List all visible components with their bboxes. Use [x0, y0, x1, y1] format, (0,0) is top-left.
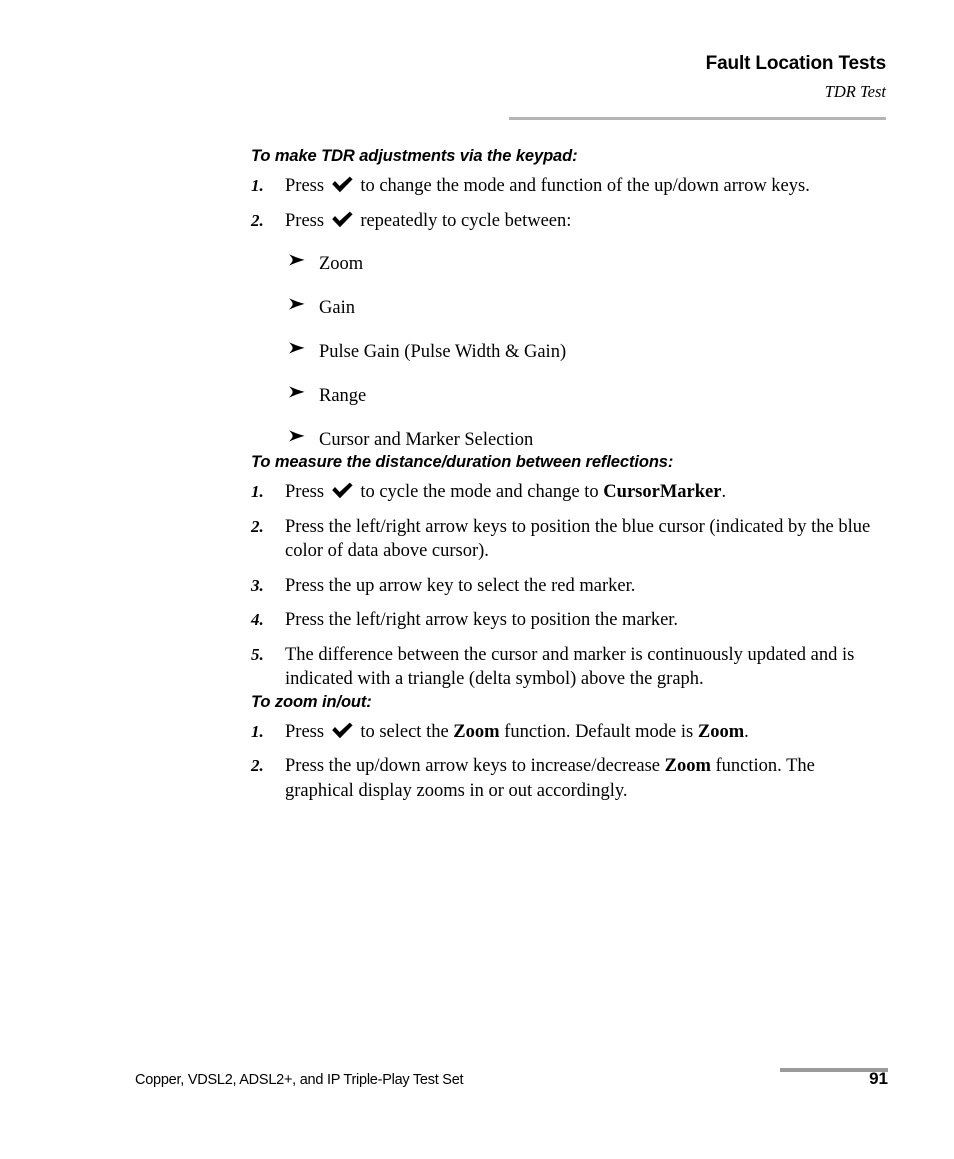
step-number: 1. — [251, 482, 264, 501]
step-text-before: Press — [285, 176, 329, 196]
check-icon — [331, 482, 354, 499]
page-header: Fault Location Tests TDR Test — [0, 52, 886, 103]
arrow-bullet-icon — [288, 385, 308, 405]
step-text-after: to cycle the mode and change to — [355, 482, 604, 502]
step-text: Press to select the Zoom function. Defau… — [285, 720, 886, 745]
list-item: 2. Press the up/down arrow keys to incre… — [251, 754, 886, 803]
footer-product-name: Copper, VDSL2, ADSL2+, and IP Triple-Pla… — [135, 1072, 464, 1088]
section-heading-keypad: To make TDR adjustments via the keypad: — [251, 147, 578, 165]
page-number: 91 — [869, 1069, 888, 1088]
step-number: 2. — [251, 210, 264, 230]
arrow-bullet-icon — [288, 297, 308, 317]
list-item: 1. Press to change the mode and function… — [251, 174, 886, 199]
section-heading-zoom: To zoom in/out: — [251, 692, 372, 711]
step-text: Press to change the mode and function of… — [285, 174, 886, 199]
arrow-bullet-icon — [288, 253, 308, 273]
list-item: 2. Press the left/right arrow keys to po… — [251, 515, 886, 564]
step-number: 5. — [251, 644, 264, 664]
step-text-before: Press — [285, 482, 329, 502]
list-item: 1. Press to select the Zoom function. De… — [251, 720, 886, 745]
check-icon — [331, 211, 354, 228]
step-emphasis: Zoom — [453, 721, 500, 742]
step-text: Press the up arrow key to select the red… — [285, 575, 636, 596]
list-item: Zoom — [251, 252, 886, 276]
step-text: Press the left/right arrow keys to posit… — [285, 610, 679, 630]
step-text-after: repeatedly to cycle between: — [355, 210, 572, 231]
step-emphasis-2: Zoom — [697, 721, 745, 742]
step-text: Press to cycle the mode and change to Cu… — [285, 480, 886, 505]
step-text: Press repeatedly to cycle between: — [285, 209, 886, 234]
arrow-bullet-icon — [288, 341, 308, 361]
step-text-tail: function. Default mode is — [499, 721, 698, 742]
step-text-before: Press — [285, 721, 329, 742]
step-text-tail: . — [721, 482, 727, 502]
page-subtitle: TDR Test — [824, 82, 886, 101]
step-text-tail-2: . — [744, 721, 749, 742]
header-divider — [509, 117, 886, 120]
bullet-label: Pulse Gain (Pulse Width & Gain) — [319, 342, 567, 362]
steps-list-measure: 1. Press to cycle the mode and change to… — [251, 480, 886, 692]
list-item: 3. Press the up arrow key to select the … — [251, 574, 886, 599]
step-number: 1. — [251, 721, 264, 741]
steps-list-keypad: 1. Press to change the mode and function… — [251, 174, 886, 233]
list-item: Cursor and Marker Selection — [251, 428, 886, 452]
document-content: To make TDR adjustments via the keypad: … — [251, 146, 886, 803]
step-emphasis: CursorMarker — [603, 482, 722, 502]
list-item: 2. Press repeatedly to cycle between: — [251, 209, 886, 234]
page-footer: Copper, VDSL2, ADSL2+, and IP Triple-Pla… — [0, 1062, 954, 1108]
bullet-label: Range — [319, 386, 367, 406]
list-item: 1. Press to cycle the mode and change to… — [251, 480, 886, 505]
step-number: 2. — [251, 756, 264, 775]
list-item: 5. The difference between the cursor and… — [251, 643, 886, 692]
bullet-list-cycle-modes: Zoom Gain Pulse Gain (Pulse Width & Gain… — [251, 252, 886, 452]
check-icon — [331, 176, 354, 193]
step-number: 3. — [251, 575, 264, 595]
step-text-after: to select the — [355, 721, 454, 742]
arrow-bullet-icon — [288, 429, 308, 449]
list-item: Pulse Gain (Pulse Width & Gain) — [251, 340, 886, 364]
step-number: 4. — [251, 610, 264, 629]
check-icon — [331, 722, 354, 739]
step-number: 2. — [251, 516, 264, 536]
list-item: Gain — [251, 296, 886, 320]
list-item: Range — [251, 384, 886, 408]
section-heading-measure: To measure the distance/duration between… — [251, 453, 674, 471]
step-text-before: Press the up/down arrow keys to increase… — [285, 756, 665, 776]
step-text-after: to change the mode and function of the u… — [355, 176, 810, 196]
step-number: 1. — [251, 176, 264, 195]
step-text: Press the left/right arrow keys to posit… — [285, 516, 871, 562]
bullet-label: Cursor and Marker Selection — [319, 430, 534, 450]
list-item: 4. Press the left/right arrow keys to po… — [251, 608, 886, 633]
step-text: The difference between the cursor and ma… — [285, 644, 855, 690]
bullet-label: Zoom — [319, 254, 364, 274]
page-title: Fault Location Tests — [705, 53, 886, 74]
steps-list-zoom: 1. Press to select the Zoom function. De… — [251, 720, 886, 804]
step-emphasis: Zoom — [664, 756, 711, 776]
bullet-label: Gain — [319, 298, 355, 318]
step-text-before: Press — [285, 210, 329, 231]
step-text: Press the up/down arrow keys to increase… — [285, 754, 886, 803]
